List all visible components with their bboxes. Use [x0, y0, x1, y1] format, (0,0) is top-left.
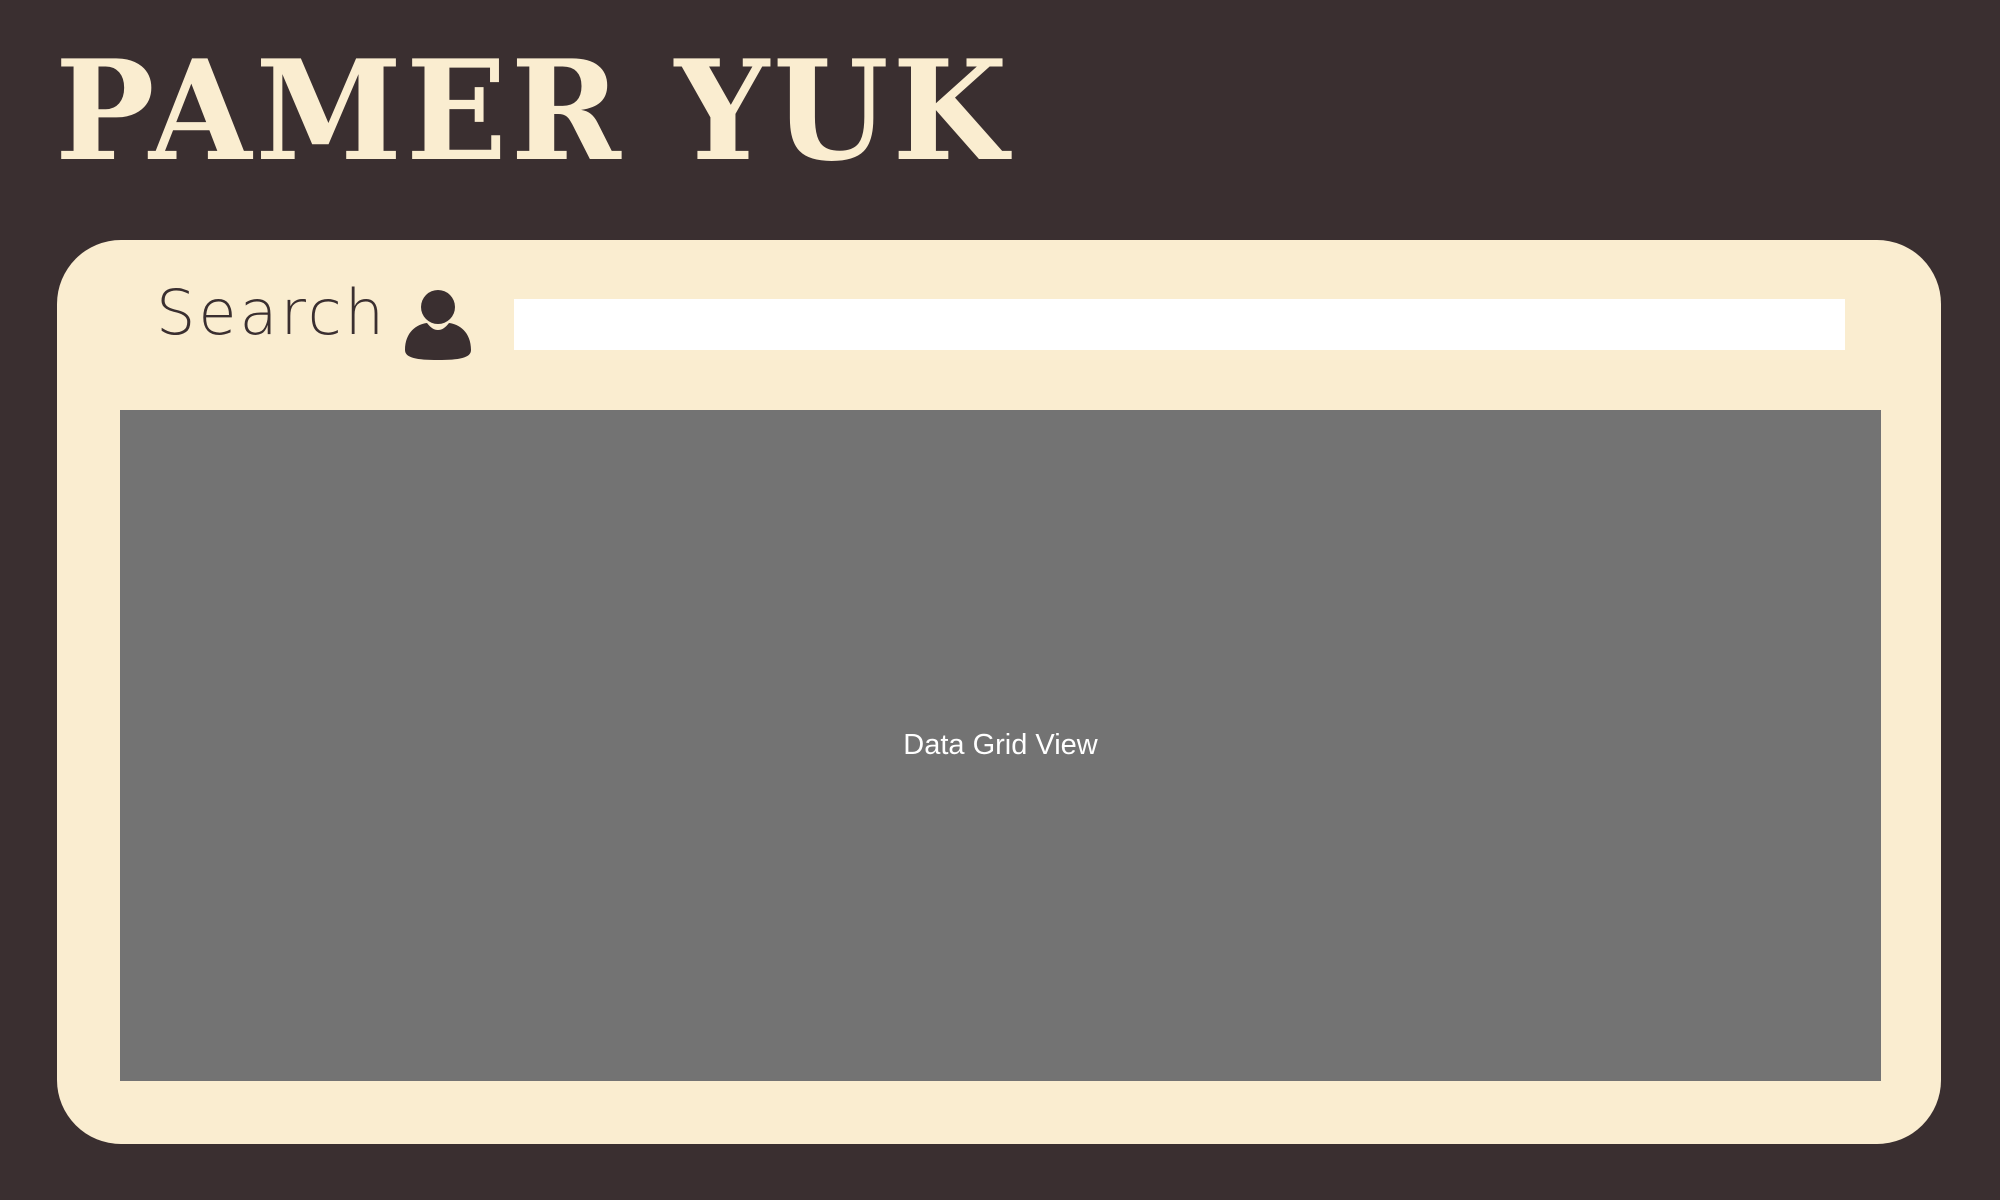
- user-icon: [403, 288, 473, 362]
- app-title: PAMER YUK: [55, 29, 1012, 192]
- search-label: Search: [156, 276, 388, 349]
- data-grid-placeholder-label: Data Grid View: [903, 729, 1098, 761]
- data-grid-view[interactable]: Data Grid View: [120, 410, 1881, 1081]
- search-input[interactable]: [514, 299, 1845, 350]
- main-panel: Search Data Grid View: [57, 240, 1941, 1144]
